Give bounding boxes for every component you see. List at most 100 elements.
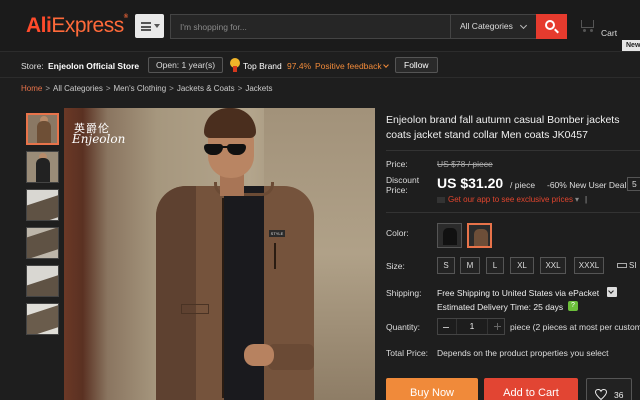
shipping-label: Shipping: — [386, 288, 422, 298]
chevron-down-icon — [519, 21, 528, 30]
jacket-patch: STYLE — [269, 230, 285, 237]
cart-basket — [581, 20, 594, 28]
breadcrumb-separator: > — [237, 84, 243, 93]
model-hair — [204, 108, 256, 138]
phone-icon — [437, 196, 445, 203]
original-price: US $78 / piece — [437, 159, 493, 169]
category-select-value: All Categories — [460, 21, 513, 31]
cart-wheel — [583, 29, 586, 32]
info-icon[interactable]: ? — [568, 301, 578, 311]
category-menu-button[interactable] — [135, 14, 164, 38]
search-bar: All Categories — [170, 14, 567, 39]
product-title: Enjeolon brand fall autumn casual Bomber… — [386, 114, 620, 141]
shipping-dropdown[interactable] — [607, 287, 617, 297]
feedback-dropdown[interactable]: Positive feedback — [315, 61, 382, 71]
caret-down-icon: ▾ — [574, 195, 579, 204]
chevron-down-icon — [383, 62, 389, 68]
size-option-xxl[interactable]: XXL — [540, 257, 566, 274]
size-chart-link[interactable]: SI — [617, 261, 637, 270]
separator: | — [584, 195, 588, 204]
thumbnail[interactable] — [26, 189, 59, 221]
discount-price-label: Discount Price: — [386, 175, 420, 195]
quantity-increase-button[interactable] — [494, 323, 501, 330]
add-to-cart-button[interactable]: Add to Cart — [484, 378, 578, 400]
store-name-link[interactable]: Enjeolon Official Store — [48, 61, 139, 71]
thumbnail[interactable] — [26, 113, 59, 145]
wishlist-button[interactable]: 36 — [586, 378, 632, 400]
app-exclusive-link[interactable]: Get our app to see exclusive prices ▾ | — [437, 195, 587, 204]
model-hand — [244, 344, 274, 366]
new-badge: New — [622, 40, 640, 51]
delivery-days: 25 — [533, 302, 543, 312]
delivery-label: Estimated Delivery Time: — [437, 302, 531, 312]
search-input[interactable] — [171, 15, 449, 38]
feedback-percent[interactable]: 97.4% — [287, 61, 311, 71]
cart-wheel — [590, 29, 593, 32]
thumbnail[interactable] — [26, 151, 59, 183]
size-option-m[interactable]: M — [460, 257, 480, 274]
cart-label[interactable]: Cart — [601, 28, 617, 38]
discount-note: -60% New User Deal — [547, 180, 627, 190]
wishlist-count: 36 — [614, 390, 624, 400]
divider — [386, 212, 640, 213]
watermark-brand: Enjeolon — [72, 132, 126, 146]
category-select[interactable]: All Categories — [450, 15, 536, 38]
thumbnail[interactable] — [26, 265, 59, 297]
size-label: Size: — [386, 261, 405, 271]
quantity-stepper: 1 — [437, 318, 505, 335]
size-option-l[interactable]: L — [486, 257, 504, 274]
quantity-note: piece (2 pieces at most per custom — [510, 322, 640, 332]
divider — [386, 150, 640, 151]
model-shirt — [224, 186, 264, 400]
breadcrumb-item[interactable]: Jackets — [245, 84, 272, 93]
buy-now-button[interactable]: Buy Now — [386, 378, 478, 400]
deal-select[interactable]: 5 — [627, 177, 640, 191]
delivery-time: Estimated Delivery Time: 25 days — [437, 302, 563, 312]
search-icon-handle — [554, 28, 559, 34]
breadcrumb: Home > All Categories > Men's Clothing > Jacke… — [21, 84, 272, 93]
sunglasses — [204, 144, 248, 156]
top-brand-label: Top Brand — [243, 61, 282, 71]
pocket-flap — [181, 304, 209, 314]
logo-trademark: ® — [123, 14, 128, 20]
store-label: Store: — [21, 61, 44, 71]
breadcrumb-item[interactable]: Men's Clothing — [114, 84, 167, 93]
price-unit: / piece — [510, 180, 536, 190]
size-option-xl[interactable]: XL — [510, 257, 534, 274]
search-button[interactable] — [536, 14, 567, 39]
site-header: AliExpress® All Categories Cart New — [0, 0, 640, 52]
cart-icon[interactable] — [578, 18, 596, 32]
breadcrumb-separator: > — [169, 84, 174, 93]
menu-icon — [141, 22, 151, 31]
shipping-method: Free Shipping to United States via ePack… — [437, 288, 600, 298]
thumbnail[interactable] — [26, 227, 59, 259]
main-product-image[interactable]: 英爵伦 Enjeolon STYLE — [64, 108, 375, 400]
aliexpress-logo[interactable]: AliExpress® — [26, 14, 128, 38]
pocket-zip — [274, 243, 276, 269]
medal-icon — [230, 58, 240, 72]
color-option-brown[interactable] — [467, 223, 492, 248]
delivery-unit: days — [545, 302, 564, 312]
breadcrumb-item[interactable]: All Categories — [53, 84, 103, 93]
app-link-text: Get our app to see exclusive prices — [448, 195, 573, 204]
size-option-xxxl[interactable]: XXXL — [574, 257, 604, 274]
breadcrumb-home[interactable]: Home — [21, 84, 42, 93]
quantity-label: Quantity: — [386, 322, 421, 332]
discount-price: US $31.20 — [437, 175, 504, 191]
color-option-black[interactable] — [437, 223, 462, 248]
quantity-input[interactable]: 1 — [456, 319, 488, 334]
store-open-duration: Open: 1 year(s) — [148, 57, 224, 73]
breadcrumb-item[interactable]: Jackets & Coats — [177, 84, 235, 93]
caret-down-icon — [154, 24, 160, 28]
price-label: Price: — [386, 159, 408, 169]
ruler-icon — [617, 263, 627, 269]
color-label: Color: — [386, 228, 409, 238]
heart-icon — [595, 389, 607, 400]
thumbnail[interactable] — [26, 303, 59, 335]
store-bar: Store: Enjeolon Official Store Open: 1 y… — [0, 53, 640, 78]
breadcrumb-separator: > — [45, 84, 51, 93]
total-price-value: Depends on the product properties you se… — [437, 348, 609, 358]
follow-button[interactable]: Follow — [395, 57, 438, 73]
size-option-s[interactable]: S — [437, 257, 455, 274]
quantity-decrease-button[interactable] — [443, 327, 449, 328]
